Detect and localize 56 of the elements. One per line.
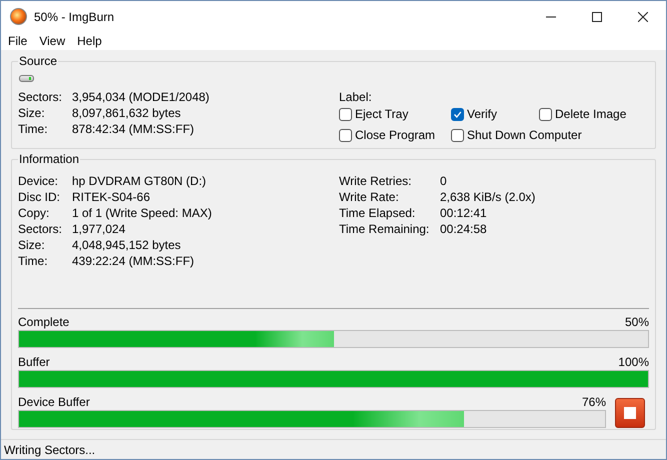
close-icon: [638, 12, 648, 22]
checkbox-label[interactable]: Eject Tray: [355, 105, 408, 123]
field-label: Sectors:: [18, 89, 64, 106]
field-label: Time Elapsed:: [339, 205, 416, 222]
maximize-icon: [592, 12, 602, 22]
progress-reading: 100%: [618, 354, 649, 371]
field-value: 2,638 KiB/s (2.0x): [440, 189, 536, 206]
stop-icon: [624, 407, 636, 419]
field-label: Size:: [18, 105, 46, 122]
field-value: 3,954,034 (MODE1/2048): [72, 89, 210, 106]
field-label: Sectors:: [18, 221, 64, 238]
progress-label: Complete: [18, 314, 70, 331]
progress-label: Buffer: [18, 354, 50, 371]
field-value: hp DVDRAM GT80N (D:): [72, 173, 206, 190]
group-title: Source: [18, 54, 58, 68]
checkbox-label[interactable]: Verify: [467, 105, 498, 123]
check-icon: [453, 110, 462, 118]
field-label: Device:: [18, 173, 60, 190]
field-label: Write Retries:: [339, 173, 412, 190]
field-value: RITEK-S04-66: [72, 189, 150, 206]
checkbox[interactable]: [451, 108, 464, 120]
field-value: 00:24:58: [440, 221, 487, 238]
field-value: 439:22:24 (MM:SS:FF): [72, 253, 194, 270]
progress-label: Device Buffer: [18, 394, 90, 411]
field-value: 878:42:34 (MM:SS:FF): [72, 121, 194, 138]
progress-reading: 76%: [582, 394, 606, 411]
checkbox-label[interactable]: Delete Image: [555, 105, 626, 123]
menu-item[interactable]: File: [2, 32, 34, 50]
checkbox-label[interactable]: Shut Down Computer: [467, 126, 582, 144]
status-text: Writing Sectors...: [4, 442, 96, 458]
group-title: Information: [18, 152, 80, 166]
drive-icon: [19, 75, 34, 82]
field-label: Write Rate:: [339, 189, 400, 206]
menu-item[interactable]: Help: [71, 32, 108, 50]
checkbox[interactable]: [539, 108, 552, 120]
field-label: Time:: [18, 121, 49, 138]
window-title: 50% - ImgBurn: [34, 8, 114, 26]
field-value: 00:12:41: [440, 205, 487, 222]
checkbox-label[interactable]: Close Program: [355, 126, 436, 144]
stop-button[interactable]: [615, 398, 645, 428]
field-value: 4,048,945,152 bytes: [72, 237, 181, 254]
checkbox[interactable]: [339, 108, 352, 120]
progress-reading: 50%: [624, 314, 649, 331]
field-value: 8,097,861,632 bytes: [72, 105, 181, 122]
field-value: 1 of 1 (Write Speed: MAX): [72, 205, 212, 222]
field-label: Copy:: [18, 205, 50, 222]
menu-item[interactable]: View: [33, 32, 72, 50]
field-label: Label:: [339, 89, 373, 105]
checkbox[interactable]: [451, 128, 464, 142]
field-label: Time Remaining:: [339, 221, 430, 238]
field-value: 0: [440, 173, 447, 190]
field-label: Size:: [18, 237, 46, 254]
checkbox[interactable]: [339, 128, 352, 142]
field-value: 1,977,024: [72, 221, 126, 238]
field-label: Time:: [18, 253, 49, 270]
field-label: Disc ID:: [18, 189, 61, 206]
